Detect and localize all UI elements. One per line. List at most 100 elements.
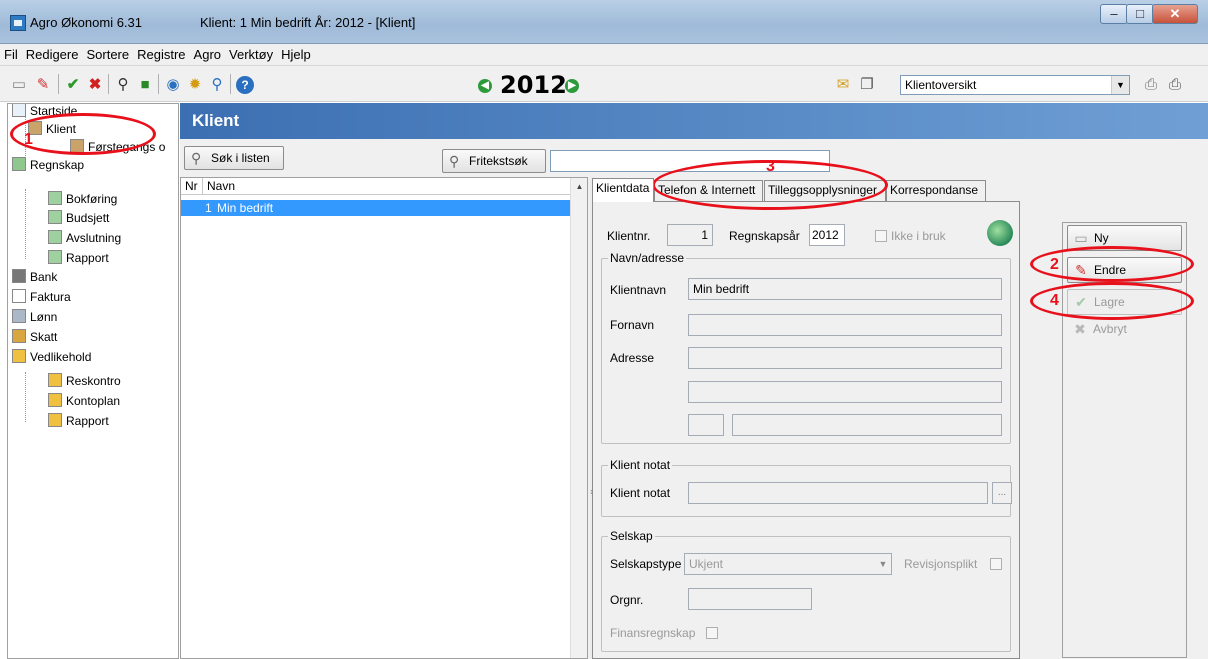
tree-item-label: Rapport bbox=[66, 414, 109, 428]
table-row[interactable]: 1 Min bedrift bbox=[181, 200, 571, 216]
maximize-icon[interactable]: □ bbox=[1126, 4, 1154, 24]
column-header-nr[interactable]: Nr bbox=[181, 178, 203, 195]
tree-item-bokforing[interactable]: Bokføring bbox=[48, 190, 117, 208]
ikke-i-bruk-checkbox[interactable] bbox=[875, 230, 887, 242]
tab-klientdata[interactable]: Klientdata bbox=[592, 178, 654, 202]
klient-notat-browse-button[interactable]: ... bbox=[992, 482, 1012, 504]
window-controls: – □ ✕ bbox=[1100, 4, 1198, 24]
binoculars-icon[interactable]: ⚲ bbox=[114, 76, 132, 94]
tree-item-avslutning[interactable]: Avslutning bbox=[48, 229, 121, 247]
title-bar: Agro Økonomi 6.31 Klient: 1 Min bedrift … bbox=[0, 0, 1208, 44]
document-icon bbox=[48, 230, 62, 244]
tab-korrespondanse[interactable]: Korrespondanse bbox=[886, 180, 986, 201]
selskapstype-value: Ukjent bbox=[689, 557, 724, 571]
orgnr-field[interactable] bbox=[688, 588, 812, 610]
menu-hjelp[interactable]: Hjelp bbox=[277, 44, 315, 62]
menu-sortere[interactable]: Sortere bbox=[82, 44, 133, 62]
tree-item-rapport[interactable]: Rapport bbox=[48, 249, 109, 267]
finansregnskap-checkbox[interactable] bbox=[706, 627, 718, 639]
avbryt-button[interactable]: ✖ Avbryt bbox=[1067, 317, 1182, 343]
search-list-label: Søk i listen bbox=[211, 151, 270, 165]
menu-fil[interactable]: Fil bbox=[0, 44, 22, 62]
avbryt-label: Avbryt bbox=[1093, 322, 1127, 336]
new-document-icon[interactable]: ▭ bbox=[10, 76, 28, 94]
menu-verktoy[interactable]: Verktøy bbox=[225, 44, 277, 62]
search-icon[interactable]: ⚲ bbox=[208, 76, 226, 94]
close-icon[interactable]: ✕ bbox=[1152, 4, 1198, 24]
print-preview-icon[interactable]: ⎙ bbox=[1142, 76, 1160, 94]
orgnr-label: Orgnr. bbox=[610, 593, 644, 607]
settings-icon[interactable]: ✹ bbox=[186, 76, 204, 94]
revisjonsplikt-checkbox[interactable] bbox=[990, 558, 1002, 570]
tree-item-faktura[interactable]: Faktura bbox=[12, 288, 71, 306]
fornavn-label: Fornavn bbox=[610, 318, 655, 332]
folder-icon bbox=[12, 157, 26, 171]
view-select-value: Klientoversikt bbox=[905, 78, 977, 92]
tree-item-rapport-vedlikehold[interactable]: Rapport bbox=[48, 412, 109, 430]
edit-icon[interactable]: ✎ bbox=[34, 76, 52, 94]
cancel-icon[interactable]: ✖ bbox=[86, 76, 104, 94]
globe-icon[interactable]: ◉ bbox=[164, 76, 182, 94]
tree-line bbox=[25, 189, 26, 259]
regnskapsar-field[interactable]: 2012 bbox=[809, 224, 845, 246]
selskap-group: Selskap Selskapstype Ukjent ▼ Revisjonsp… bbox=[601, 529, 1011, 652]
tree-item-label: Reskontro bbox=[66, 374, 121, 388]
tree-item-bank[interactable]: Bank bbox=[12, 268, 57, 286]
tree-item-label: Bokføring bbox=[66, 192, 118, 206]
menu-redigere[interactable]: Redigere bbox=[22, 44, 83, 62]
view-select[interactable]: Klientoversikt ▼ bbox=[900, 75, 1130, 95]
search-icon: ⚲ bbox=[449, 153, 460, 169]
minimize-icon[interactable]: – bbox=[1100, 4, 1128, 24]
klient-notat-field[interactable] bbox=[688, 482, 988, 504]
postnr-field[interactable] bbox=[688, 414, 724, 436]
tree-item-kontoplan[interactable]: Kontoplan bbox=[48, 392, 120, 410]
tree-item-vedlikehold[interactable]: Vedlikehold bbox=[12, 348, 91, 366]
menu-agro[interactable]: Agro bbox=[190, 44, 225, 62]
tree-item-skatt[interactable]: Skatt bbox=[12, 328, 57, 346]
adresse-label: Adresse bbox=[610, 351, 655, 365]
help-icon[interactable]: ? bbox=[236, 76, 254, 94]
annotation-number-3: 3 bbox=[766, 158, 775, 175]
annotation-number-2: 2 bbox=[1050, 256, 1059, 273]
previous-year-icon[interactable]: ◀ bbox=[478, 79, 492, 93]
row-navn: Min bedrift bbox=[217, 201, 274, 215]
fornavn-field[interactable] bbox=[688, 314, 1002, 336]
navigation-tree: Startside Klient Førstegangs o Regnskap … bbox=[7, 103, 179, 659]
toolbar-separator bbox=[158, 74, 159, 94]
window-icon[interactable]: ❐ bbox=[858, 76, 876, 94]
column-header-navn[interactable]: Navn bbox=[203, 178, 571, 195]
klientnavn-field[interactable]: Min bedrift bbox=[688, 278, 1002, 300]
search-list-button[interactable]: ⚲ Søk i listen bbox=[184, 146, 284, 170]
check-icon[interactable]: ✔ bbox=[64, 76, 82, 94]
document-icon bbox=[48, 250, 62, 264]
klientnr-field: 1 bbox=[667, 224, 713, 246]
fritekst-search-label: Fritekstsøk bbox=[469, 154, 528, 168]
tree-item-reskontro[interactable]: Reskontro bbox=[48, 372, 121, 390]
print-icon[interactable]: ⎙ bbox=[1166, 76, 1184, 94]
tree-item-lonn[interactable]: Lønn bbox=[12, 308, 57, 326]
selskap-group-title: Selskap bbox=[608, 529, 655, 543]
fritekst-search-button[interactable]: ⚲ Fritekstsøk bbox=[442, 149, 546, 173]
next-year-icon[interactable]: ▶ bbox=[565, 79, 579, 93]
klient-notat-label: Klient notat bbox=[610, 486, 671, 500]
klientnr-label: Klientnr. bbox=[607, 229, 651, 243]
list-scrollbar[interactable]: ▲ bbox=[570, 178, 587, 658]
poststed-field[interactable] bbox=[732, 414, 1002, 436]
adresse-line1-field[interactable] bbox=[688, 347, 1002, 369]
ikke-i-bruk-label: Ikke i bruk bbox=[891, 229, 946, 243]
chevron-down-icon[interactable]: ▼ bbox=[875, 554, 891, 574]
tree-item-regnskap[interactable]: Regnskap bbox=[12, 156, 84, 174]
selskapstype-select[interactable]: Ukjent ▼ bbox=[684, 553, 892, 575]
cancel-icon: ✖ bbox=[1074, 321, 1086, 337]
invoice-icon bbox=[12, 289, 26, 303]
tree-item-label: Rapport bbox=[66, 251, 109, 265]
monitor-icon[interactable]: ■ bbox=[136, 76, 154, 94]
tree-item-label: Regnskap bbox=[30, 158, 85, 172]
adresse-line2-field[interactable] bbox=[688, 381, 1002, 403]
chevron-down-icon[interactable]: ▼ bbox=[1111, 76, 1129, 94]
menu-registre[interactable]: Registre bbox=[133, 44, 189, 62]
search-globe-icon[interactable] bbox=[987, 220, 1013, 246]
mail-icon[interactable]: ✉ bbox=[834, 76, 852, 94]
scroll-up-icon[interactable]: ▲ bbox=[571, 178, 588, 195]
tree-item-budsjett[interactable]: Budsjett bbox=[48, 209, 109, 227]
